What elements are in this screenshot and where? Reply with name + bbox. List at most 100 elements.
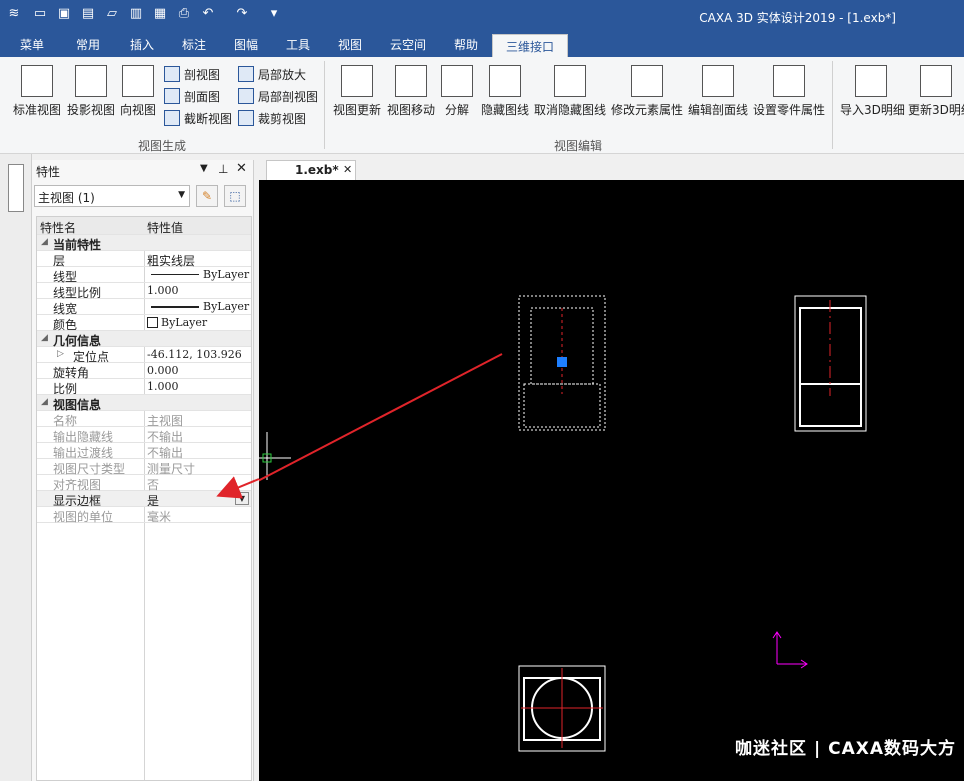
- property-row[interactable]: 比例 1.000: [37, 379, 251, 396]
- title-bar: ≋ ▭ ▣ ▤ ▱ ▥ ▦ ⎙ ↶ ↷ ▾ CAXA 3D 实体设计2019 -…: [0, 0, 964, 33]
- grid-header: 特性名 特性值: [37, 217, 251, 235]
- property-row[interactable]: 颜色 ByLayer: [37, 315, 251, 332]
- explode-button[interactable]: 分解: [440, 65, 474, 118]
- hide-lines-button[interactable]: 隐藏图线: [480, 65, 530, 118]
- broken-view-icon: [164, 110, 180, 126]
- cross-section-icon: [164, 88, 180, 104]
- unhide-lines-button[interactable]: 取消隐藏图线: [534, 65, 606, 118]
- property-row[interactable]: 旋转角 0.000: [37, 363, 251, 380]
- object-selector[interactable]: 主视图 (1) ▼: [34, 185, 190, 207]
- partial-section-button[interactable]: 局部剖视图: [238, 87, 318, 108]
- tab-menu[interactable]: 菜单: [8, 33, 56, 57]
- projection-view-icon: [75, 65, 107, 97]
- property-row[interactable]: ▷ 定位点 -46.112, 103.926: [37, 347, 251, 364]
- section-view-button[interactable]: 剖视图: [164, 65, 220, 86]
- close-tab-icon[interactable]: ✕: [343, 163, 352, 176]
- dropdown-button[interactable]: ▼: [235, 492, 249, 505]
- property-row[interactable]: 线型 ByLayer: [37, 267, 251, 284]
- property-grid: 特性名 特性值 ◢ 当前特性层粗实线层 线型 ByLayer 线型比例 1.000 线宽 ByLa…: [36, 216, 252, 781]
- ucs-axis-icon: [772, 631, 808, 669]
- modify-properties-button[interactable]: 修改元素属性: [610, 65, 684, 118]
- standard-view-button[interactable]: 标准视图: [12, 65, 62, 118]
- property-row: 名称 主视图: [37, 411, 251, 428]
- property-value: -46.112, 103.926: [147, 348, 242, 361]
- tab-cloud[interactable]: 云空间: [380, 33, 436, 57]
- import-3d-bom-button[interactable]: 导入3D明细: [840, 65, 905, 118]
- property-row[interactable]: 显示边框是 ▼: [37, 491, 251, 508]
- customize-icon[interactable]: ▾: [266, 6, 282, 22]
- property-value: 1.000: [147, 380, 179, 393]
- document-tab[interactable]: 1.exb* ✕: [266, 160, 356, 180]
- tab-tools[interactable]: 工具: [274, 33, 322, 57]
- property-row: 视图的单位 毫米: [37, 507, 251, 524]
- crop-view-button[interactable]: 裁剪视图: [238, 109, 306, 130]
- property-category[interactable]: ◢ 当前特性: [37, 235, 251, 252]
- property-category[interactable]: ◢ 视图信息: [37, 395, 251, 412]
- property-row: 对齐视图否: [37, 475, 251, 492]
- expand-icon[interactable]: ▷: [57, 349, 64, 359]
- property-row[interactable]: 线型比例 1.000: [37, 283, 251, 300]
- tab-view[interactable]: 视图: [326, 33, 374, 57]
- panel-dropdown-icon[interactable]: ▼: [200, 163, 208, 174]
- collapse-icon[interactable]: ◢: [41, 397, 48, 407]
- print-preview-icon[interactable]: ▦: [152, 6, 168, 22]
- annotation-arrow: [259, 353, 503, 482]
- front-view-lower-rect: [523, 383, 601, 428]
- collapse-icon[interactable]: ◢: [41, 237, 48, 247]
- part-properties-icon: [773, 65, 805, 97]
- group-view-generation: 视图生成: [138, 139, 187, 153]
- broken-view-button[interactable]: 截断视图: [164, 109, 232, 130]
- edit-hatch-icon: [702, 65, 734, 97]
- property-value: 毫米: [147, 510, 172, 524]
- quick-select-button[interactable]: ✎: [196, 185, 218, 207]
- header-value: 特性值: [147, 221, 184, 235]
- update-3d-bom-button[interactable]: 更新3D明细: [908, 65, 964, 118]
- properties-dock-icon[interactable]: [8, 164, 24, 212]
- property-row[interactable]: 线宽 ByLayer: [37, 299, 251, 316]
- modify-properties-icon: [631, 65, 663, 97]
- edit-hatch-button[interactable]: 编辑剖面线: [688, 65, 748, 118]
- top-view[interactable]: [518, 665, 606, 752]
- view-update-button[interactable]: 视图更新: [332, 65, 382, 118]
- pin-icon[interactable]: ⊥: [218, 162, 228, 176]
- cross-section-button[interactable]: 剖面图: [164, 87, 220, 108]
- close-icon[interactable]: ✕: [236, 161, 247, 176]
- app-menu-icon[interactable]: ≋: [6, 6, 22, 22]
- tab-sheet[interactable]: 图幅: [222, 33, 270, 57]
- new-icon[interactable]: ▭: [32, 6, 48, 22]
- line-sample: [151, 306, 199, 308]
- print-icon[interactable]: ⎙: [176, 6, 192, 22]
- tab-common[interactable]: 常用: [64, 33, 112, 57]
- view-update-icon: [341, 65, 373, 97]
- drawing-canvas[interactable]: 咖迷社区 | CAXA数码大方: [259, 180, 964, 781]
- save-icon[interactable]: ▤: [80, 6, 96, 22]
- explode-icon: [441, 65, 473, 97]
- pick-object-button[interactable]: ⬚: [224, 185, 246, 207]
- tab-help[interactable]: 帮助: [442, 33, 490, 57]
- save-as-icon[interactable]: ▥: [128, 6, 144, 22]
- standard-view-icon: [21, 65, 53, 97]
- direction-view-button[interactable]: 向视图: [118, 65, 158, 118]
- ribbon-separator: [324, 61, 325, 149]
- tab-3d-interface[interactable]: 三维接口: [492, 34, 568, 58]
- detail-view-button[interactable]: 局部放大: [238, 65, 306, 86]
- undo-icon[interactable]: ↶: [200, 6, 216, 22]
- tab-insert[interactable]: 插入: [118, 33, 166, 57]
- side-view[interactable]: [794, 295, 867, 432]
- property-row[interactable]: 层粗实线层: [37, 251, 251, 268]
- property-row: 视图尺寸类型 测量尺寸: [37, 459, 251, 476]
- drawing-svg: [259, 295, 867, 752]
- panel-title: 特性: [36, 165, 61, 179]
- collapse-icon[interactable]: ◢: [41, 333, 48, 343]
- view-move-button[interactable]: 视图移动: [386, 65, 436, 118]
- tab-annotate[interactable]: 标注: [170, 33, 218, 57]
- folder-icon[interactable]: ▱: [104, 6, 120, 22]
- part-properties-button[interactable]: 设置零件属性: [752, 65, 826, 118]
- open-icon[interactable]: ▣: [56, 6, 72, 22]
- front-view[interactable]: [518, 295, 606, 431]
- projection-view-button[interactable]: 投影视图: [66, 65, 116, 118]
- property-row: 输出过渡线 不输出: [37, 443, 251, 460]
- redo-icon[interactable]: ↷: [234, 6, 250, 22]
- property-category[interactable]: ◢ 几何信息: [37, 331, 251, 348]
- property-value: ByLayer: [203, 300, 250, 313]
